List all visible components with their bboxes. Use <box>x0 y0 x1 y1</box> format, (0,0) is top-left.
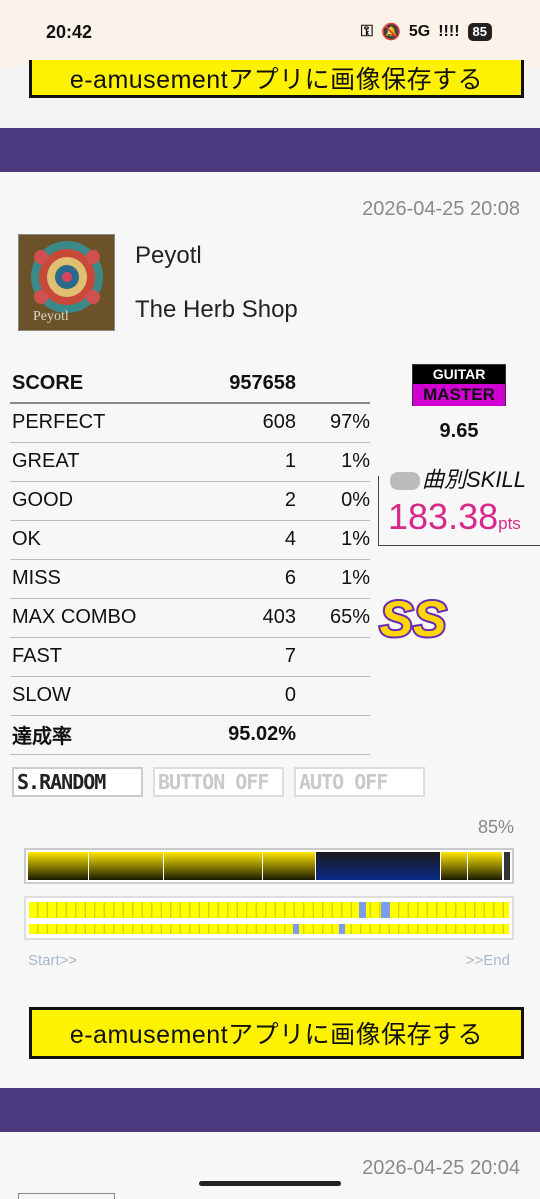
stat-row-good: GOOD 2 0% <box>10 481 370 521</box>
song-jacket[interactable]: Peyotl <box>18 234 115 331</box>
timeline-row-top <box>29 902 509 918</box>
gauge-segment <box>89 852 163 880</box>
play-date-next: 2026-04-25 20:04 <box>362 1157 520 1179</box>
part-label: GUITAR <box>413 365 505 384</box>
home-indicator[interactable] <box>199 1181 341 1186</box>
skill-header: 曲別SKILL <box>390 462 526 494</box>
status-bar: 20:42 ⚿ 🔕 5G !!!! 85 <box>0 0 540 66</box>
stat-row-score: SCORE 957658 <box>10 364 370 404</box>
gauge-segment <box>468 852 502 880</box>
section-divider <box>0 1088 540 1132</box>
gauge-segment-danger <box>316 852 440 880</box>
status-time: 20:42 <box>46 22 93 42</box>
timeline-start-label: Start>> <box>28 952 78 969</box>
option-random: S.RANDOM <box>12 767 143 797</box>
difficulty-label: MASTER <box>413 384 505 406</box>
gauge-segment <box>28 852 88 880</box>
option-auto: AUTO OFF <box>294 767 425 797</box>
stat-row-achievement: 達成率 95.02% <box>10 715 370 755</box>
song-jacket-next[interactable] <box>18 1193 115 1199</box>
mute-icon: 🔕 <box>380 24 401 41</box>
status-icons: ⚿ 🔕 5G !!!! 85 <box>361 22 492 42</box>
battery-icon: 85 <box>467 23 492 41</box>
section-divider <box>0 128 540 172</box>
skill-value: 183.38pts <box>388 496 521 538</box>
stat-row-miss: MISS 6 1% <box>10 559 370 599</box>
key-icon: ⚿ <box>360 23 373 40</box>
timeline-end-label: >>End <box>465 952 510 969</box>
rank-text: SS <box>380 591 447 646</box>
stat-row-perfect: PERFECT 608 97% <box>10 403 370 443</box>
gauge-segment-end <box>504 852 510 880</box>
save-image-label: e-amusementアプリに画像保存する <box>69 1021 484 1049</box>
result-stats-table: SCORE 957658 PERFECT 608 97% GREAT 1 1% … <box>10 364 370 755</box>
network-label: 5G <box>408 23 431 40</box>
gauge-segment <box>441 852 467 880</box>
life-gauge <box>24 848 514 884</box>
stat-row-great: GREAT 1 1% <box>10 442 370 482</box>
stat-row-slow: SLOW 0 <box>10 676 370 716</box>
timeline-miss-mark <box>359 902 366 918</box>
song-title: Peyotl <box>135 242 202 269</box>
difficulty-badge: GUITAR MASTER <box>412 364 506 406</box>
gauge-segment <box>164 852 262 880</box>
timeline-row-bottom <box>29 924 509 934</box>
note-timeline <box>24 896 514 940</box>
skill-number: 183.38 <box>388 496 499 537</box>
level-value: 9.65 <box>439 420 479 442</box>
stat-row-max-combo: MAX COMBO 403 65% <box>10 598 370 638</box>
jacket-caption: Peyotl <box>33 309 69 324</box>
save-image-label: e-amusementアプリに画像保存する <box>69 65 484 94</box>
gauge-segment <box>263 852 315 880</box>
timeline-miss-mark <box>339 924 345 934</box>
signal-icon: !!!! <box>438 23 460 40</box>
skill-guitar-icon <box>390 472 420 491</box>
rank-badge: SS <box>376 589 450 649</box>
gauge-percent: 85% <box>477 817 514 837</box>
stat-row-ok: OK 4 1% <box>10 520 370 560</box>
stat-row-fast: FAST 7 <box>10 637 370 677</box>
song-artist: The Herb Shop <box>135 296 298 323</box>
skill-unit: pts <box>498 514 521 533</box>
option-button: BUTTON OFF <box>153 767 284 797</box>
save-image-button[interactable]: e-amusementアプリに画像保存する <box>29 1007 524 1059</box>
play-date: 2026-04-25 20:08 <box>362 198 520 220</box>
save-image-button[interactable]: e-amusementアプリに画像保存する <box>29 60 524 98</box>
timeline-miss-mark <box>381 902 390 918</box>
skill-label: 曲別SKILL <box>422 467 526 492</box>
timeline-miss-mark <box>293 924 299 934</box>
